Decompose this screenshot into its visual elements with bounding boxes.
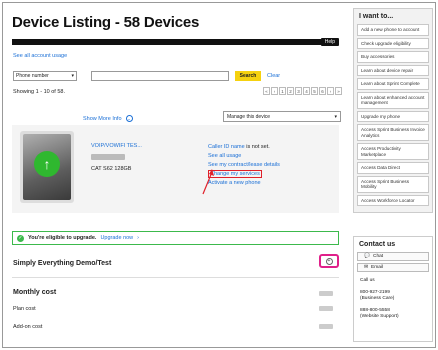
upgrade-now-link[interactable]: Upgrade now: [100, 235, 133, 241]
clear-link[interactable]: Clear: [267, 73, 280, 79]
pager-page[interactable]: 2: [287, 87, 294, 95]
contact-panel: Contact us 💬 Chat ✉ Email Call us 800-92…: [353, 236, 433, 342]
sidebar-item-add-phone[interactable]: Add a new phone to account: [357, 24, 429, 36]
caller-id-line: Caller ID name is not set.: [208, 143, 280, 152]
chat-icon: 💬: [364, 254, 370, 259]
chat-button[interactable]: 💬 Chat: [357, 252, 429, 261]
sidebar-heading: I want to...: [359, 13, 394, 20]
chevron-right-icon: ›: [137, 235, 139, 241]
sidebar-item-workforce-locator[interactable]: Access Workforce Locator: [357, 194, 429, 206]
email-button[interactable]: ✉ Email: [357, 263, 429, 272]
redacted-monthly-cost: [319, 291, 333, 296]
pagination: « ‹ 1 2 3 4 5 6 › »: [263, 87, 342, 95]
pager-page[interactable]: 5: [311, 87, 318, 95]
caller-id-status: is not set.: [244, 144, 270, 150]
show-more-info[interactable]: Show More Info ⌄: [83, 115, 133, 122]
redacted-addon-cost: [319, 324, 333, 329]
expand-plan-button[interactable]: +: [319, 254, 339, 268]
sidebar-item-invoice-analytics[interactable]: Access Sprint Business Invoice Analytics: [357, 124, 429, 141]
manage-device-value: Manage this device: [227, 113, 271, 120]
search-filter-value: Phone number: [16, 73, 49, 79]
show-more-label: Show More Info: [83, 115, 122, 122]
help-button[interactable]: Help: [320, 38, 339, 46]
addon-cost-label: Add-on cost: [13, 324, 43, 330]
arrow-up-icon: ↑: [34, 151, 60, 177]
activate-phone-link[interactable]: Activate a new phone: [208, 179, 280, 188]
plus-circle-icon: +: [325, 257, 333, 265]
sidebar-item-business-mobility[interactable]: Access Sprint Business Mobility: [357, 175, 429, 193]
chevron-down-circle-icon: ⌄: [125, 115, 133, 122]
pager-first[interactable]: «: [263, 87, 270, 95]
title-bar: [12, 39, 339, 45]
sidebar-item-productivity[interactable]: Access Productivity Marketplace: [357, 143, 429, 160]
sidebar-item-upgrade-eligibility[interactable]: Check upgrade eligibility: [357, 37, 429, 49]
website-support-note: (Website Support): [360, 314, 399, 319]
check-icon: ✓: [17, 234, 24, 242]
device-actions: Caller ID name is not set. See all usage…: [208, 143, 280, 188]
annotation-arrow-icon: [202, 169, 214, 195]
showing-count: Showing 1 - 10 of 58.: [13, 89, 65, 95]
pager-prev[interactable]: ‹: [271, 87, 278, 95]
business-care-note: (Business Care): [360, 296, 395, 301]
account-usage-link[interactable]: See all account usage: [13, 53, 67, 59]
search-input[interactable]: [91, 71, 229, 81]
redacted-phone-number: [91, 154, 125, 160]
call-us-label: Call us: [360, 278, 375, 283]
pager-page[interactable]: 4: [303, 87, 310, 95]
device-image: ↑: [20, 131, 74, 203]
sidebar-item-data-direct[interactable]: Access Data Direct: [357, 162, 429, 174]
chat-label: Chat: [372, 254, 384, 259]
plan-cost-label: Plan cost: [13, 306, 36, 312]
pager-page[interactable]: 6: [319, 87, 326, 95]
monthly-cost-title: Monthly cost: [13, 289, 57, 296]
email-icon: ✉: [364, 265, 369, 270]
caller-id-link[interactable]: Caller ID name: [208, 144, 245, 150]
search-filter-row: Phone number ▾: [13, 71, 77, 81]
change-services-link[interactable]: Change my services: [208, 170, 262, 178]
pager-next[interactable]: ›: [327, 87, 334, 95]
chevron-down-icon: ▾: [71, 73, 74, 79]
search-button[interactable]: Search: [235, 71, 261, 81]
sidebar: I want to... Add a new phone to account …: [353, 8, 433, 213]
main-content: Device Listing - 58 Devices Help See all…: [9, 9, 345, 345]
divider: [12, 277, 339, 278]
device-model: CAT S62 128GB: [91, 166, 132, 172]
contract-details-link[interactable]: See my contract/lease details: [208, 161, 280, 170]
sidebar-item-accessories[interactable]: Buy accessories: [357, 51, 429, 63]
pager-last[interactable]: »: [335, 87, 342, 95]
pager-page[interactable]: 3: [295, 87, 302, 95]
contact-heading: Contact us: [359, 241, 396, 248]
device-card: ↑ VOIP/VOWIFI TES... CAT S62 128GB Calle…: [12, 125, 339, 213]
sidebar-item-account-management[interactable]: Learn about enhanced account management: [357, 91, 429, 109]
device-info: VOIP/VOWIFI TES... CAT S62 128GB: [91, 143, 142, 172]
i-want-to-panel: I want to... Add a new phone to account …: [353, 8, 433, 213]
chevron-down-icon: ▾: [334, 113, 337, 120]
upgrade-text: You're eligible to upgrade.: [28, 235, 97, 241]
see-usage-link[interactable]: See all usage: [208, 152, 280, 161]
upgrade-banner: ✓ You're eligible to upgrade. Upgrade no…: [12, 231, 339, 245]
redacted-plan-cost: [319, 306, 333, 311]
manage-device-select[interactable]: Manage this device ▾: [223, 111, 341, 122]
pager-page[interactable]: 1: [279, 87, 286, 95]
page-title: Device Listing - 58 Devices: [12, 14, 200, 31]
sidebar-item-upgrade-phone[interactable]: Upgrade my phone: [357, 110, 429, 122]
plan-name: Simply Everything Demo/Test: [13, 260, 112, 267]
device-name-link[interactable]: VOIP/VOWIFI TES...: [91, 143, 142, 149]
email-label: Email: [371, 265, 384, 270]
sidebar-item-device-repair[interactable]: Learn about device repair: [357, 64, 429, 76]
search-filter-select[interactable]: Phone number ▾: [13, 71, 77, 81]
sidebar-item-sprint-complete[interactable]: Learn about Sprint Complete: [357, 78, 429, 90]
